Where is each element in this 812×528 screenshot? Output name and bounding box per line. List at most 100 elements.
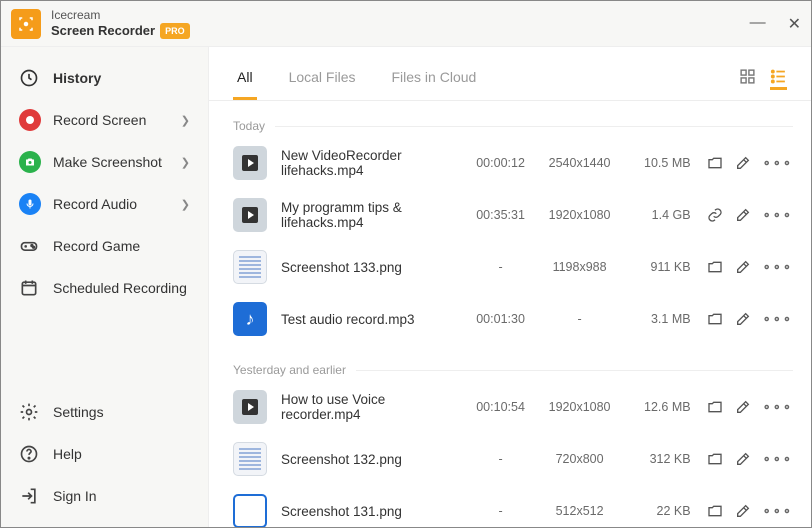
file-name: Screenshot 131.png xyxy=(281,504,467,519)
file-name: Test audio record.mp3 xyxy=(281,312,467,327)
video-thumb xyxy=(233,198,267,232)
more-button[interactable]: ∘∘∘ xyxy=(763,207,793,223)
sidebar-item-record-game[interactable]: Record Game xyxy=(1,225,208,267)
edit-button[interactable] xyxy=(735,311,751,327)
open-folder-button[interactable] xyxy=(707,207,723,223)
sidebar-item-record-audio[interactable]: Record Audio ❯ xyxy=(1,183,208,225)
tab-all[interactable]: All xyxy=(233,69,257,100)
more-button[interactable]: ∘∘∘ xyxy=(763,259,793,275)
edit-button[interactable] xyxy=(735,259,751,275)
open-folder-button[interactable] xyxy=(707,311,723,327)
section-earlier: Yesterday and earlier xyxy=(233,363,793,377)
sidebar-item-label: Record Screen xyxy=(53,112,181,128)
file-size: 1.4 GB xyxy=(625,208,691,222)
more-button[interactable]: ∘∘∘ xyxy=(763,503,793,519)
file-row[interactable]: Screenshot 132.png-720x800312 KB∘∘∘ xyxy=(233,433,793,485)
edit-button[interactable] xyxy=(735,503,751,519)
audio-icon xyxy=(19,193,43,215)
open-folder-button[interactable] xyxy=(707,451,723,467)
file-name: How to use Voice recorder.mp4 xyxy=(281,392,467,422)
open-folder-button[interactable] xyxy=(707,155,723,171)
file-name: New VideoRecorder lifehacks.mp4 xyxy=(281,148,467,178)
file-size: 10.5 MB xyxy=(625,156,691,170)
sidebar-item-record-screen[interactable]: Record Screen ❯ xyxy=(1,99,208,141)
minimize-button[interactable]: — xyxy=(750,14,766,34)
sidebar-item-label: Settings xyxy=(53,404,190,420)
file-resolution: 1920x1080 xyxy=(535,208,625,222)
file-row[interactable]: New VideoRecorder lifehacks.mp400:00:122… xyxy=(233,137,793,189)
sidebar-item-settings[interactable]: Settings xyxy=(1,391,208,433)
screenshot-thumb xyxy=(233,494,267,527)
tabs: All Local Files Files in Cloud xyxy=(209,47,811,101)
file-row[interactable]: ♪Test audio record.mp300:01:30-3.1 MB∘∘∘ xyxy=(233,293,793,345)
video-thumb xyxy=(233,390,267,424)
file-list: TodayNew VideoRecorder lifehacks.mp400:0… xyxy=(209,101,811,527)
file-size: 312 KB xyxy=(625,452,691,466)
file-duration: - xyxy=(467,452,535,466)
edit-button[interactable] xyxy=(735,155,751,171)
content: All Local Files Files in Cloud Today New … xyxy=(209,47,811,527)
edit-button[interactable] xyxy=(735,399,751,415)
chevron-right-icon: ❯ xyxy=(181,198,190,211)
file-duration: 00:00:12 xyxy=(467,156,535,170)
gear-icon xyxy=(19,402,43,422)
video-thumb xyxy=(233,146,267,180)
file-duration: 00:10:54 xyxy=(467,400,535,414)
more-button[interactable]: ∘∘∘ xyxy=(763,311,793,327)
close-button[interactable]: ✕ xyxy=(788,14,801,34)
sidebar-item-label: History xyxy=(53,70,190,86)
sidebar-item-history[interactable]: History xyxy=(1,57,208,99)
open-folder-button[interactable] xyxy=(707,259,723,275)
screenshot-thumb xyxy=(233,442,267,476)
tab-local[interactable]: Local Files xyxy=(285,69,360,100)
more-button[interactable]: ∘∘∘ xyxy=(763,399,793,415)
list-view-button[interactable] xyxy=(770,68,787,90)
nav-bottom: Settings Help Sign In xyxy=(1,391,208,527)
file-size: 12.6 MB xyxy=(625,400,691,414)
audio-thumb: ♪ xyxy=(233,302,267,336)
file-resolution: 512x512 xyxy=(535,504,625,518)
grid-view-button[interactable] xyxy=(739,68,756,90)
history-icon xyxy=(19,68,43,88)
sidebar-item-label: Make Screenshot xyxy=(53,154,181,170)
file-name: My programm tips & lifehacks.mp4 xyxy=(281,200,467,230)
pro-badge: PRO xyxy=(160,23,190,39)
game-icon xyxy=(19,236,43,256)
sidebar-item-signin[interactable]: Sign In xyxy=(1,475,208,517)
file-resolution: 1198x988 xyxy=(535,260,625,274)
titlebar: Icecream Screen Recorder PRO — ✕ xyxy=(1,1,811,47)
sidebar-item-label: Help xyxy=(53,446,190,462)
file-resolution: 1920x1080 xyxy=(535,400,625,414)
screenshot-thumb xyxy=(233,250,267,284)
screenshot-icon xyxy=(19,151,43,173)
help-icon xyxy=(19,444,43,464)
more-button[interactable]: ∘∘∘ xyxy=(763,451,793,467)
schedule-icon xyxy=(19,278,43,298)
open-folder-button[interactable] xyxy=(707,399,723,415)
app-title: Icecream Screen Recorder PRO xyxy=(51,8,190,39)
sidebar-item-label: Record Game xyxy=(53,238,190,254)
edit-button[interactable] xyxy=(735,451,751,467)
open-folder-button[interactable] xyxy=(707,503,723,519)
file-row[interactable]: Screenshot 131.png-512x51222 KB∘∘∘ xyxy=(233,485,793,527)
signin-icon xyxy=(19,486,43,506)
edit-button[interactable] xyxy=(735,207,751,223)
sidebar-item-help[interactable]: Help xyxy=(1,433,208,475)
tab-cloud[interactable]: Files in Cloud xyxy=(387,69,480,100)
sidebar-item-make-screenshot[interactable]: Make Screenshot ❯ xyxy=(1,141,208,183)
sidebar-item-scheduled[interactable]: Scheduled Recording xyxy=(1,267,208,309)
section-today: Today xyxy=(233,119,793,133)
app-product: Screen Recorder xyxy=(51,24,155,38)
file-resolution: 2540x1440 xyxy=(535,156,625,170)
file-row[interactable]: Screenshot 133.png-1198x988911 KB∘∘∘ xyxy=(233,241,793,293)
file-row[interactable]: My programm tips & lifehacks.mp400:35:31… xyxy=(233,189,793,241)
app-name: Icecream xyxy=(51,8,190,22)
nav-main: History Record Screen ❯ Make Screenshot … xyxy=(1,47,208,309)
sidebar-item-label: Scheduled Recording xyxy=(53,280,190,296)
record-screen-icon xyxy=(19,109,43,131)
more-button[interactable]: ∘∘∘ xyxy=(763,155,793,171)
file-duration: 00:01:30 xyxy=(467,312,535,326)
file-row[interactable]: How to use Voice recorder.mp400:10:54192… xyxy=(233,381,793,433)
chevron-right-icon: ❯ xyxy=(181,114,190,127)
file-resolution: 720x800 xyxy=(535,452,625,466)
